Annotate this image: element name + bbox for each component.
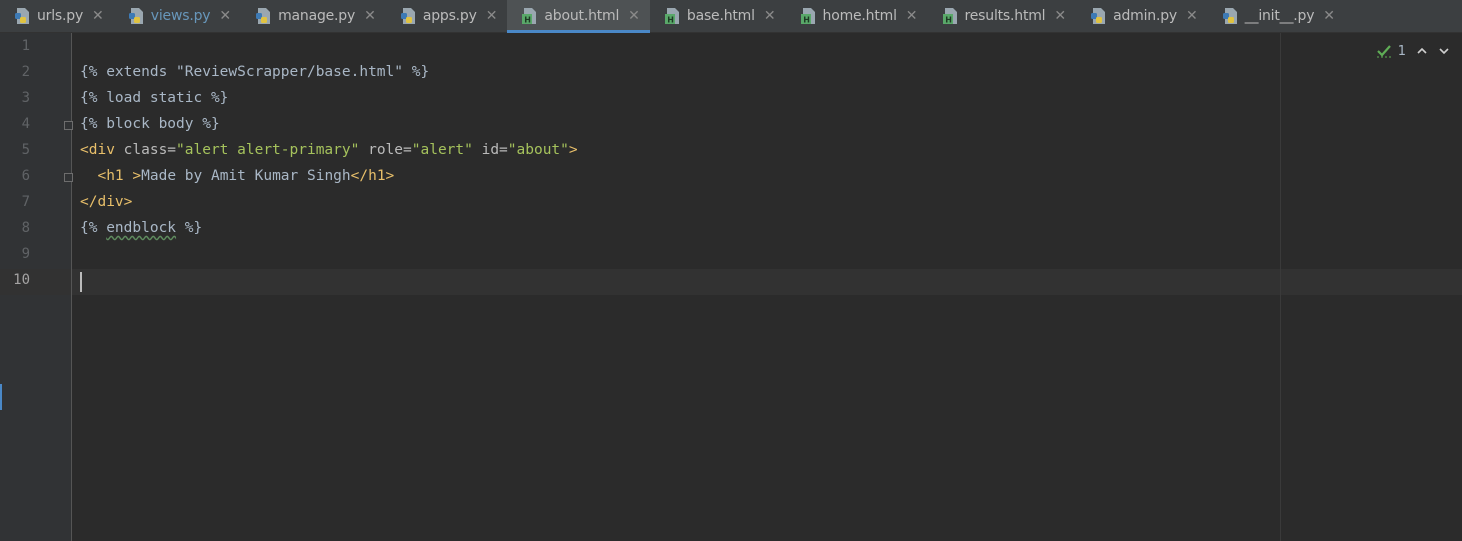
tab-label: apps.py [422, 8, 477, 24]
inspection-widget[interactable]: 1 [1376, 40, 1450, 62]
template-keyword-warning[interactable]: endblock [106, 220, 176, 236]
line-number: 5 [21, 142, 30, 158]
inspection-status[interactable]: 1 [1376, 44, 1406, 59]
svg-text:H: H [945, 16, 952, 25]
line-number: 10 [13, 272, 30, 288]
tab-label: home.html [822, 8, 897, 24]
editor-tab-home-html[interactable]: Hhome.html ✕ [786, 0, 928, 32]
arrow-up-icon[interactable] [1416, 46, 1428, 56]
editor-tab-about-html[interactable]: Habout.html ✕ [507, 0, 651, 33]
code-line-7: {% endblock %} [72, 189, 1462, 236]
html-file-icon: H [800, 7, 818, 25]
structure-side-marker[interactable] [0, 384, 2, 410]
editor-tab-manage-py[interactable]: manage.py ✕ [241, 0, 386, 32]
editor-tab-base-html[interactable]: Hbase.html ✕ [650, 0, 786, 32]
code-line-3: {% block body %} [72, 85, 1462, 132]
close-icon[interactable]: ✕ [628, 9, 640, 23]
code-line-1: {% extends "ReviewScrapper/base.html" %} [72, 33, 1462, 80]
tab-label: about.html [544, 8, 620, 24]
svg-text:H: H [667, 16, 674, 25]
editor-tab-urls-py[interactable]: urls.py ✕ [0, 0, 114, 32]
line-number: 4 [21, 116, 30, 132]
code-line-2: {% load static %} [72, 59, 1462, 106]
inspection-count: 1 [1397, 43, 1406, 59]
close-icon[interactable]: ✕ [1186, 9, 1198, 23]
editor-tab-apps-py[interactable]: apps.py ✕ [386, 0, 508, 32]
svg-text:H: H [525, 16, 532, 25]
python-file-icon [255, 7, 273, 25]
template-close: %} [176, 220, 203, 236]
tab-label: admin.py [1113, 8, 1177, 24]
close-icon[interactable]: ✕ [486, 9, 498, 23]
tab-label: results.html [964, 8, 1046, 24]
close-icon[interactable]: ✕ [1054, 9, 1066, 23]
python-file-icon [1090, 7, 1108, 25]
html-file-icon: H [521, 7, 539, 25]
text-caret [80, 272, 82, 292]
line-number: 7 [21, 194, 30, 210]
line-number: 3 [21, 90, 30, 106]
tab-label: base.html [686, 8, 755, 24]
code-editor[interactable]: {% extends "ReviewScrapper/base.html" %}… [72, 33, 1462, 541]
line-number: 2 [21, 64, 30, 80]
editor-tab-results-html[interactable]: Hresults.html ✕ [928, 0, 1077, 32]
close-icon[interactable]: ✕ [364, 9, 376, 23]
tab-label: views.py [150, 8, 211, 24]
editor-tab-init-py[interactable]: __init__.py ✕ [1208, 0, 1345, 32]
code-line-6: </div> [72, 163, 1462, 210]
check-icon [1376, 45, 1391, 58]
python-file-icon [1222, 7, 1240, 25]
svg-text:H: H [803, 16, 810, 25]
close-icon[interactable]: ✕ [764, 9, 776, 23]
line-number: 8 [21, 220, 30, 236]
close-icon[interactable]: ✕ [906, 9, 918, 23]
tab-label: manage.py [278, 8, 356, 24]
arrow-down-icon[interactable] [1438, 46, 1450, 56]
line-number: 1 [21, 38, 30, 54]
line-number: 6 [21, 168, 30, 184]
tab-label: __init__.py [1244, 8, 1315, 24]
editor-tab-admin-py[interactable]: admin.py ✕ [1076, 0, 1208, 32]
python-file-icon [14, 7, 32, 25]
html-file-icon: H [942, 7, 960, 25]
code-line-4: <div class="alert alert-primary" role="a… [72, 111, 1462, 158]
python-file-icon [400, 7, 418, 25]
close-icon[interactable]: ✕ [219, 9, 231, 23]
editor-tab-bar: urls.py ✕ views.py ✕ manage.py ✕ apps.py ✕ Habou… [0, 0, 1462, 33]
tab-label: urls.py [37, 8, 84, 24]
python-file-icon [128, 7, 146, 25]
line-number: 9 [21, 246, 30, 262]
html-file-icon: H [664, 7, 682, 25]
editor-tab-views-py[interactable]: views.py ✕ [114, 0, 241, 32]
code-line-5: <h1 >Made by Amit Kumar Singh</h1> [72, 137, 1462, 184]
template-open: {% [80, 220, 107, 236]
close-icon[interactable]: ✕ [1323, 9, 1335, 23]
close-icon[interactable]: ✕ [92, 9, 104, 23]
code-text: {% endblock %} [80, 215, 202, 241]
